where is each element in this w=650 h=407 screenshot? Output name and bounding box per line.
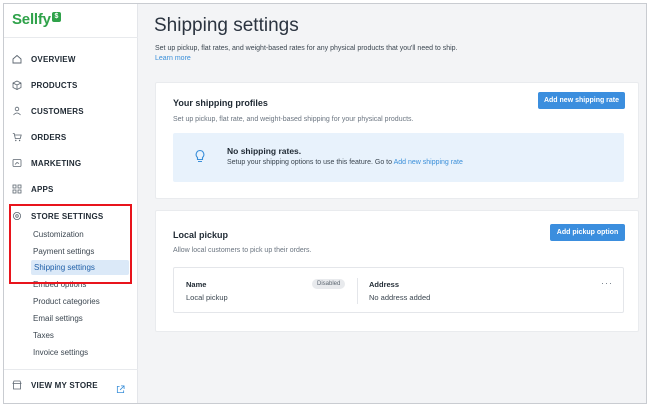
app-window: Sellfy $ OVERVIEW PRODUCTS CUSTOMERS ORDE…: [3, 3, 647, 404]
sidebar-item-products[interactable]: PRODUCTS: [12, 78, 78, 92]
sidebar-item-customers[interactable]: CUSTOMERS: [12, 104, 84, 118]
sub-item-product-categories[interactable]: Product categories: [33, 296, 100, 308]
sellfy-logo[interactable]: Sellfy $: [12, 11, 61, 28]
add-new-shipping-rate-link[interactable]: Add new shipping rate: [394, 159, 463, 166]
empty-state-text: Setup your shipping options to use this …: [227, 159, 392, 166]
add-pickup-option-button[interactable]: Add pickup option: [550, 224, 625, 241]
name-column-header: Name: [186, 280, 207, 289]
empty-state-description: Setup your shipping options to use this …: [227, 159, 463, 166]
highlight-box: [9, 204, 132, 284]
sub-item-taxes[interactable]: Taxes: [33, 330, 54, 342]
pickup-table-row: Name Local pickup Disabled Address No ad…: [173, 267, 624, 313]
empty-state-title: No shipping rates.: [227, 146, 302, 156]
grid-icon: [12, 184, 22, 194]
users-icon: [12, 106, 22, 116]
sidebar-item-label: PRODUCTS: [31, 80, 78, 90]
logo-divider: [4, 37, 138, 38]
store-icon: [12, 380, 22, 390]
cart-icon: [12, 132, 22, 142]
local-pickup-title: Local pickup: [173, 230, 229, 240]
sub-item-invoice-settings[interactable]: Invoice settings: [33, 347, 88, 359]
logo-badge: $: [51, 12, 61, 22]
sidebar-item-label: ORDERS: [31, 132, 67, 142]
shipping-profiles-card: Your shipping profiles Set up pickup, fl…: [155, 82, 639, 199]
sidebar-item-label: MARKETING: [31, 158, 82, 168]
add-new-shipping-rate-button[interactable]: Add new shipping rate: [538, 92, 625, 109]
lightbulb-icon: [193, 149, 207, 163]
sidebar-item-label: CUSTOMERS: [31, 106, 84, 116]
pickup-name-value: Local pickup: [186, 293, 228, 302]
megaphone-icon: [12, 158, 22, 168]
more-options-icon[interactable]: ···: [601, 278, 613, 288]
local-pickup-subtitle: Allow local customers to pick up their o…: [173, 247, 312, 254]
sidebar-item-marketing[interactable]: MARKETING: [12, 156, 81, 170]
external-link-icon[interactable]: [116, 381, 125, 394]
sidebar-item-overview[interactable]: OVERVIEW: [12, 52, 76, 66]
shipping-profiles-subtitle: Set up pickup, flat rate, and weight-bas…: [173, 116, 414, 123]
empty-state: No shipping rates. Setup your shipping o…: [173, 133, 624, 182]
sidebar: Sellfy $ OVERVIEW PRODUCTS CUSTOMERS ORDE…: [4, 4, 138, 403]
sidebar-item-apps[interactable]: APPS: [12, 182, 54, 196]
view-my-store-label: VIEW MY STORE: [31, 380, 98, 390]
learn-more-link[interactable]: Learn more: [155, 55, 191, 62]
main-content: Shipping settings Set up pickup, flat ra…: [139, 4, 646, 403]
logo-text: Sellfy: [12, 11, 51, 28]
address-column-header: Address: [369, 280, 400, 289]
footer-divider: [4, 369, 138, 370]
sidebar-item-label: APPS: [31, 184, 54, 194]
shipping-profiles-title: Your shipping profiles: [173, 98, 268, 108]
sidebar-item-label: OVERVIEW: [31, 54, 76, 64]
page-description: Set up pickup, flat rates, and weight-ba…: [155, 45, 458, 52]
page-title: Shipping settings: [154, 15, 299, 36]
sidebar-item-orders[interactable]: ORDERS: [12, 130, 66, 144]
box-icon: [12, 80, 22, 90]
local-pickup-card: Local pickup Allow local customers to pi…: [155, 210, 639, 332]
column-divider: [357, 278, 358, 304]
sub-item-email-settings[interactable]: Email settings: [33, 313, 83, 325]
view-my-store-link[interactable]: VIEW MY STORE: [12, 378, 98, 392]
pickup-address-value: No address added: [369, 293, 431, 302]
home-icon: [12, 54, 22, 64]
status-badge: Disabled: [312, 279, 346, 289]
